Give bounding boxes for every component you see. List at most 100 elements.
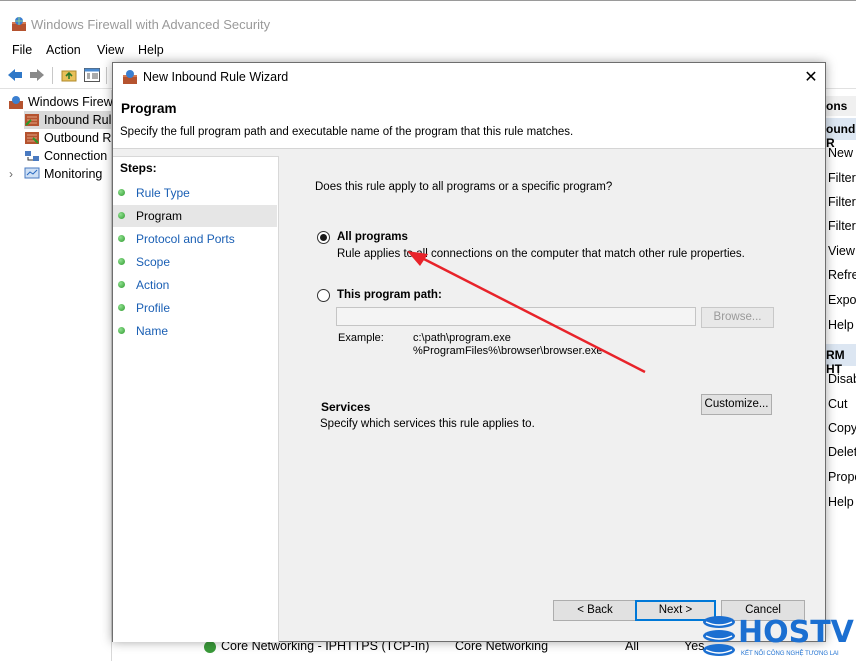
mmc-titlebar: Windows Firewall with Advanced Security (0, 0, 856, 42)
toolbar-separator (106, 67, 107, 84)
tree-root-label: Windows Firewa (28, 95, 120, 109)
browse-button[interactable]: Browse... (701, 307, 774, 328)
example-line: c:\path\program.exe (413, 332, 511, 344)
action-filter-group[interactable]: Filter (828, 219, 856, 233)
new-inbound-rule-wizard: New Inbound Rule Wizard ✕ Program Specif… (112, 62, 826, 642)
action-cut[interactable]: Cut (828, 397, 847, 411)
tree-item-inbound-rules[interactable]: Inbound Rul (24, 111, 112, 129)
example-line: %ProgramFiles%\browser\browser.exe (413, 345, 603, 357)
firewall-icon (12, 17, 26, 31)
action-delete[interactable]: Delet (828, 445, 856, 459)
step-action[interactable]: Action (113, 274, 277, 296)
all-programs-radio[interactable] (317, 231, 330, 244)
mmc-window-title: Windows Firewall with Advanced Security (31, 17, 271, 32)
program-path-radio[interactable] (317, 289, 330, 302)
actions-section-inbound: ound R (826, 118, 856, 150)
actions-section-rule: RM HT (826, 344, 856, 376)
step-scope[interactable]: Scope (113, 251, 277, 273)
tree-item-label: Outbound R (44, 131, 112, 145)
action-help[interactable]: Help (828, 318, 854, 332)
step-label: Profile (136, 301, 171, 315)
wizard-title: New Inbound Rule Wizard (143, 70, 289, 84)
action-disable[interactable]: Disab (828, 372, 856, 386)
steps-pane: Steps: Rule Type Program Protocol and Po… (113, 156, 279, 642)
tree-item-label: Inbound Rul (44, 113, 112, 127)
step-dot-icon (118, 189, 125, 196)
tree-item-label: Connection (44, 149, 108, 163)
step-dot-icon (118, 281, 125, 288)
step-dot-icon (118, 212, 125, 219)
action-new-rule[interactable]: New (828, 146, 853, 160)
chevron-right-icon[interactable]: › (9, 167, 13, 181)
step-label: Protocol and Ports (136, 232, 235, 246)
action-filter-profile[interactable]: Filter (828, 171, 856, 185)
tree-item-monitoring[interactable]: Monitoring (24, 165, 102, 183)
step-label: Scope (136, 255, 171, 269)
watermark-tagline: KẾT NỐI CÔNG NGHỆ TƯƠNG LAI (741, 651, 839, 657)
action-export[interactable]: Expor (828, 293, 856, 307)
mmc-actions-pane: ons ound R New Filter Filter Filter View… (826, 90, 856, 661)
menu-help[interactable]: Help (138, 43, 164, 57)
hostvn-watermark: HOSTVN KẾT NỐI CÔNG NGHỆ TƯƠNG LAI (698, 611, 856, 661)
customize-button[interactable]: Customize... (701, 394, 772, 415)
screen: Windows Firewall with Advanced Security … (0, 0, 856, 661)
step-label: Action (136, 278, 170, 292)
tree-root[interactable]: Windows Firewa (8, 93, 120, 111)
example-label: Example: (338, 332, 384, 344)
connection-security-icon (25, 151, 39, 161)
action-filter-state[interactable]: Filter (828, 195, 856, 209)
step-dot-icon (118, 304, 125, 311)
action-view[interactable]: View (828, 244, 855, 258)
menu-action[interactable]: Action (46, 43, 81, 57)
watermark-brand: HOSTVN (738, 615, 856, 650)
menu-view[interactable]: View (97, 43, 124, 57)
action-copy[interactable]: Copy (828, 421, 856, 435)
forward-arrow-icon[interactable] (28, 66, 46, 84)
actions-header: ons (826, 96, 856, 116)
program-path-label[interactable]: This program path: (337, 289, 442, 301)
toolbar-separator (52, 67, 53, 84)
menu-file[interactable]: File (12, 43, 32, 57)
tree-item-outbound-rules[interactable]: Outbound R (24, 129, 111, 147)
step-program[interactable]: Program (113, 205, 277, 227)
back-button[interactable]: < Back (553, 600, 637, 621)
back-arrow-icon[interactable] (6, 66, 24, 84)
step-label: Rule Type (136, 186, 190, 200)
all-programs-label[interactable]: All programs (337, 231, 408, 243)
steps-title: Steps: (120, 161, 157, 175)
wizard-titlebar: New Inbound Rule Wizard ✕ (113, 63, 825, 93)
step-dot-icon (118, 327, 125, 334)
step-profile[interactable]: Profile (113, 297, 277, 319)
step-rule-type[interactable]: Rule Type (113, 182, 277, 204)
all-programs-description: Rule applies to all connections on the c… (337, 248, 745, 260)
enabled-check-icon (204, 641, 216, 653)
action-refresh[interactable]: Refre (828, 268, 856, 282)
services-title: Services (321, 400, 371, 414)
action-properties[interactable]: Prope (828, 470, 856, 484)
firewall-icon (9, 96, 23, 109)
action-help-2[interactable]: Help (828, 495, 854, 509)
up-folder-icon[interactable] (60, 66, 78, 84)
monitoring-icon (24, 167, 40, 179)
close-icon[interactable]: ✕ (799, 67, 823, 89)
wizard-header: Program Specify the full program path an… (113, 93, 825, 149)
program-path-input[interactable] (336, 307, 696, 326)
question-text: Does this rule apply to all programs or … (315, 181, 613, 193)
firewall-icon (123, 70, 137, 84)
tree-item-label: Monitoring (44, 167, 103, 181)
show-hide-tree-icon[interactable] (83, 66, 101, 84)
hostvn-logo-icon (703, 616, 735, 656)
mmc-menubar: File Action View Help (0, 42, 856, 62)
step-label: Program (136, 209, 183, 223)
mmc-tree-pane: Windows Firewa Inbound Rul Outbound R Co… (0, 90, 120, 661)
services-description: Specify which services this rule applies… (320, 418, 535, 430)
tree-item-connection-security[interactable]: Connection (24, 147, 107, 165)
step-protocol-and-ports[interactable]: Protocol and Ports (113, 228, 277, 250)
step-dot-icon (118, 235, 125, 242)
step-dot-icon (118, 258, 125, 265)
inbound-rules-icon (25, 114, 39, 126)
page-description: Specify the full program path and execut… (120, 126, 574, 138)
page-title: Program (121, 101, 177, 116)
step-name[interactable]: Name (113, 320, 277, 342)
outbound-rules-icon (25, 132, 39, 144)
